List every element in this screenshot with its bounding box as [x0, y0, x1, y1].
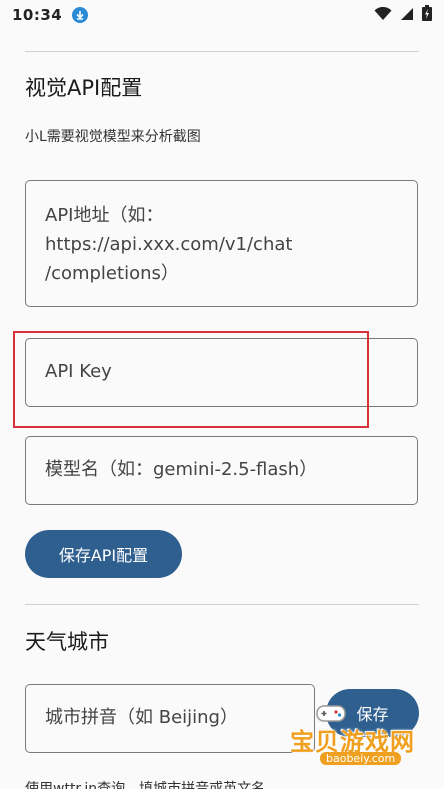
- model-name-placeholder: 模型名（如：gemini-2.5-flash）: [45, 459, 318, 481]
- city-input[interactable]: 城市拼音（如 Beijing）: [25, 684, 315, 753]
- city-placeholder: 城市拼音（如 Beijing）: [45, 707, 238, 729]
- status-time: 10:34: [12, 6, 63, 24]
- battery-charging-icon: [422, 5, 432, 25]
- api-url-placeholder-line: /completions）: [45, 263, 179, 284]
- top-divider: [25, 51, 419, 52]
- status-bar: 10:34: [0, 0, 444, 30]
- vision-api-description: 小L需要视觉模型来分析截图: [25, 129, 201, 145]
- save-city-button[interactable]: 保存: [326, 689, 419, 737]
- settings-screen: 10:34 视觉API配置 小L需要视觉模型来分析截图 API地址（如： htt…: [0, 0, 444, 789]
- status-icons: [374, 5, 432, 25]
- weather-city-title: 天气城市: [25, 630, 109, 654]
- api-url-input[interactable]: API地址（如： https://api.xxx.com/v1/chat /co…: [25, 180, 418, 307]
- weather-note: 使用wttr.in查询，填城市拼音或英文名: [25, 781, 266, 789]
- watermark-url: baobeiy.com: [320, 752, 402, 765]
- save-api-config-button[interactable]: 保存API配置: [25, 530, 182, 578]
- section-divider: [25, 604, 419, 605]
- signal-icon: [400, 6, 414, 25]
- model-name-input[interactable]: 模型名（如：gemini-2.5-flash）: [25, 436, 418, 505]
- api-url-placeholder-line: https://api.xxx.com/v1/chat: [45, 234, 293, 255]
- download-icon: [72, 7, 89, 23]
- api-url-placeholder: API地址（如： https://api.xxx.com/v1/chat /co…: [45, 201, 292, 288]
- highlight-box: [13, 331, 369, 428]
- api-url-placeholder-line: API地址（如：: [45, 205, 164, 226]
- wifi-icon: [374, 6, 392, 25]
- save-city-label: 保存: [356, 705, 389, 724]
- vision-api-title: 视觉API配置: [25, 76, 143, 100]
